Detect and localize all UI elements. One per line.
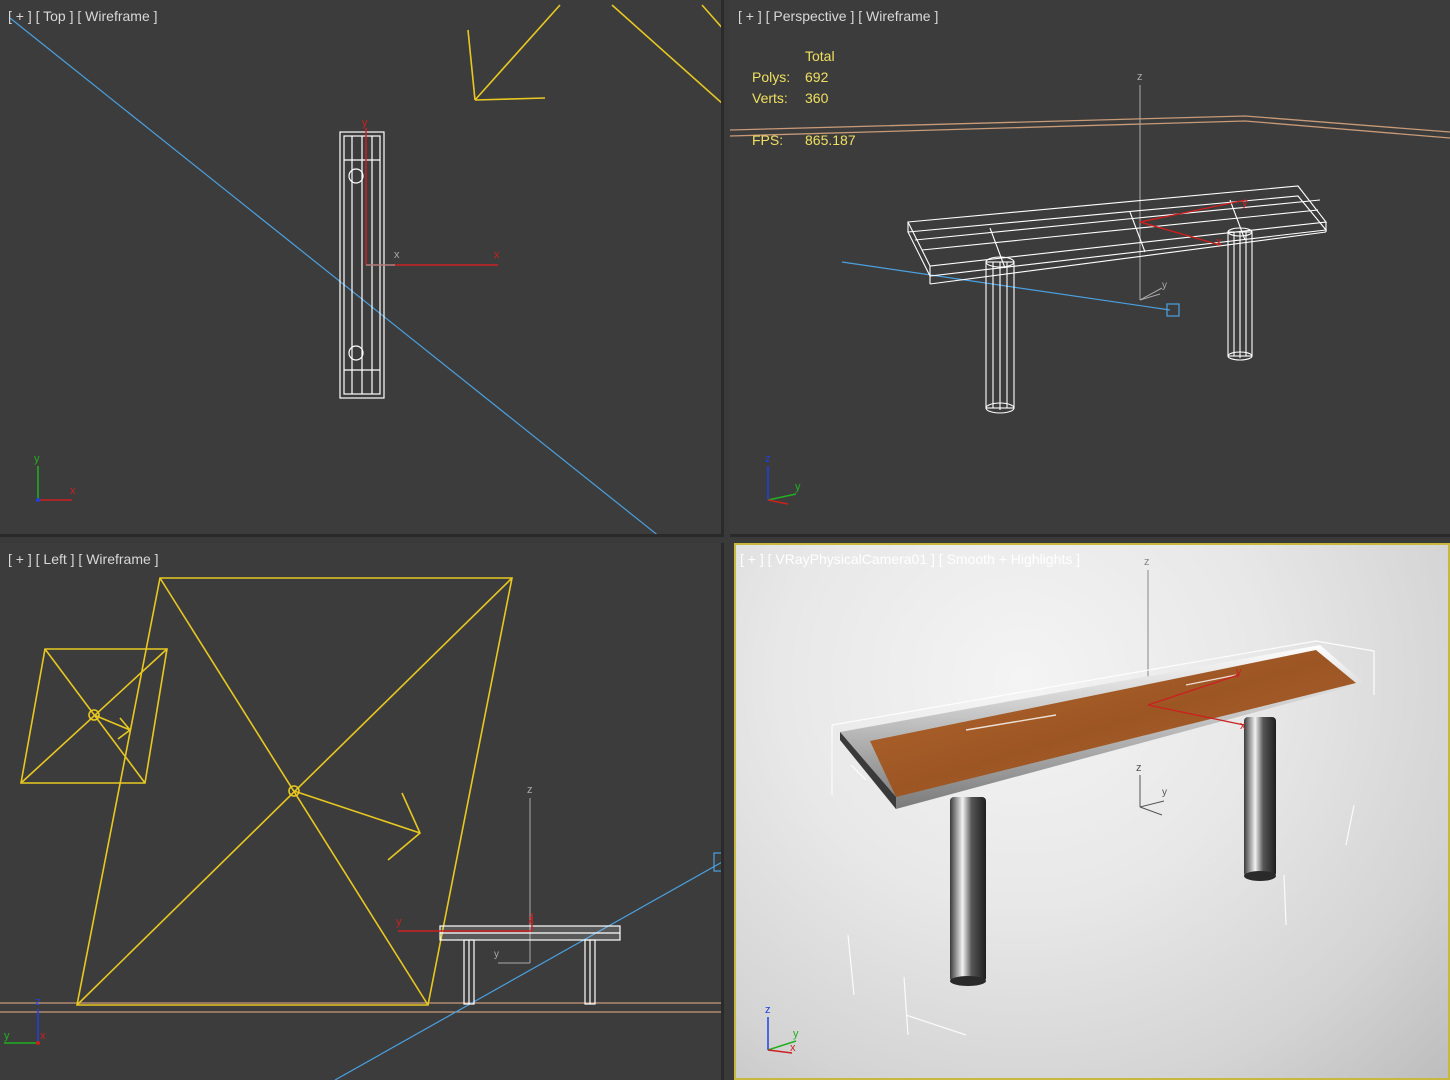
local-axes-icon [498,951,531,964]
top-scene: x x y x y [9,4,724,534]
gizmo-x-label: x [494,249,500,261]
light-icon-small[interactable] [20,648,168,784]
light-icon[interactable] [467,4,724,105]
left-scene: z y z y z y x [0,577,724,1080]
camera-icon[interactable] [713,852,724,872]
bench-top[interactable] [840,645,1364,809]
camera-scene: z x y z y z y x [765,556,1375,1054]
gizmo-x-label: x [1216,236,1222,248]
transform-gizmo-icon[interactable] [365,128,498,266]
gizmo-x-label-local: x [394,249,400,261]
tripod-y: y [793,1028,799,1040]
local-y-label: y [494,949,499,960]
axis-tripod-icon [36,466,72,502]
local-y-label: y [1162,280,1167,291]
gizmo-y-label: y [1236,666,1242,678]
bench-wireframe-left[interactable] [439,925,621,1005]
viewport-label-perspective[interactable]: [ + ] [ Perspective ] [ Wireframe ] [738,8,938,24]
local-y-label: y [1162,787,1167,798]
local-axes-icon [1139,287,1163,301]
fps-label: FPS: [752,132,784,148]
camera-target-line [841,261,1171,311]
tripod-y: y [4,1030,10,1042]
local-z-label: z [1136,762,1142,774]
tripod-x: x [790,1042,796,1054]
gizmo-y-label: y [362,117,368,129]
viewport-label-top[interactable]: [ + ] [ Top ] [ Wireframe ] [8,8,158,24]
tripod-z: z [765,453,771,465]
perspective-scene: z x y y z y [730,71,1450,505]
tripod-y: y [34,453,40,465]
light-icon[interactable] [76,577,513,1006]
pivot-z-label: z [527,784,533,796]
viewport-camera[interactable]: z x y z y z y x [+] [VRayPhysicalCame… [734,543,1450,1080]
gizmo-y-label: y [1242,197,1248,209]
tripod-z: z [765,1004,771,1016]
stats-header: Total [805,48,835,64]
pivot-z-label: z [1137,71,1143,83]
tripod-x: x [40,1030,46,1042]
viewport-top[interactable]: x x y x y [ + ] [ Top ] [ Wireframe ] [0,0,724,537]
viewport-perspective[interactable]: z x y y z y [+] [Perspective] [Wire… [730,0,1450,537]
verts-value: 360 [805,90,829,106]
polys-label: Polys: [752,69,791,85]
gizmo-x-label: x [1240,720,1246,732]
pivot-z-label: z [1144,556,1150,568]
bench-wireframe-perspective[interactable] [907,185,1328,414]
polys-value: 692 [805,69,829,85]
viewport-label-camera[interactable]: [ + ] [ VRayPhysicalCamera01 ] [ Smooth … [740,551,1080,567]
tripod-x: x [70,485,76,497]
local-axes-icon [1139,775,1165,816]
gizmo-z-label: z [528,914,534,926]
gizmo-y-label: y [396,916,402,928]
viewport-left[interactable]: z y z y z y x [ + ] [ Left ] [Wireframe… [0,543,724,1080]
fps-value: 865.187 [805,132,856,148]
axis-tripod-icon [767,466,797,505]
verts-label: Verts: [752,90,788,106]
tripod-z: z [35,996,41,1008]
tripod-y: y [795,481,801,493]
camera-target-line [9,17,658,534]
viewport-label-left[interactable]: [ + ] [ Left ] [ Wireframe ] [8,551,159,567]
